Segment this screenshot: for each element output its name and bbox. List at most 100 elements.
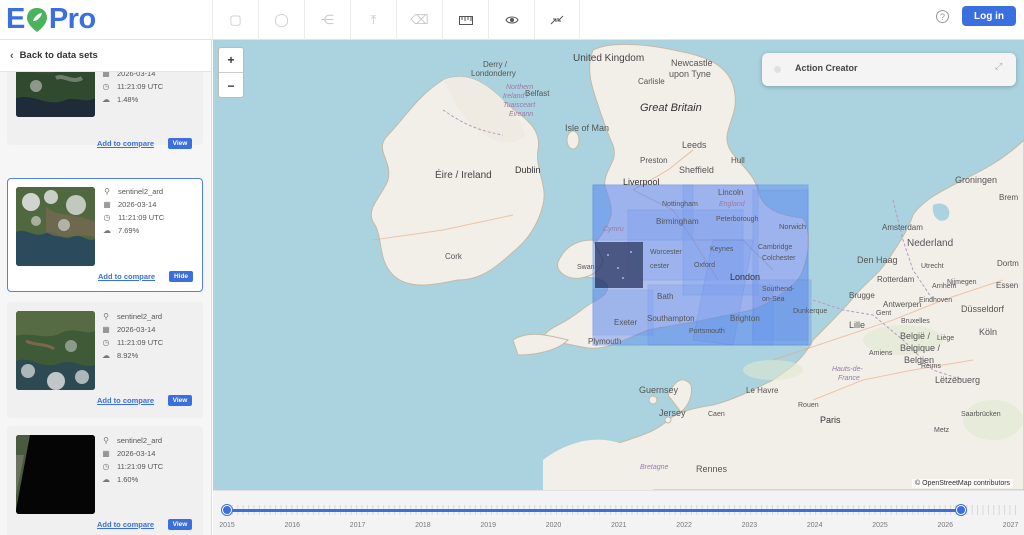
scene-time: ◷ 11:21:09 UTC bbox=[102, 338, 164, 347]
map-label: Lincoln bbox=[718, 188, 743, 197]
cloud-icon: ☁ bbox=[102, 475, 110, 484]
view-button[interactable]: View bbox=[168, 138, 192, 149]
map-label: Cymru bbox=[603, 226, 624, 233]
top-bar: E Pro ▢ ◯ ⋲ ⤒ ⌫ ? Log in bbox=[0, 0, 1024, 40]
timeline-selected-range bbox=[227, 509, 961, 512]
add-to-compare-link[interactable]: Add to compare bbox=[98, 272, 155, 281]
map-label: Antwerpen bbox=[883, 300, 921, 309]
expand-icon[interactable]: ⤢ bbox=[995, 61, 1002, 72]
map-label: Rouen bbox=[798, 402, 819, 409]
map-label: Nederland bbox=[907, 238, 953, 249]
map-label: Nottingham bbox=[662, 201, 698, 208]
map-label: upon Tyne bbox=[669, 69, 711, 79]
action-toggle-icon[interactable] bbox=[774, 66, 781, 73]
clock-icon: ◷ bbox=[102, 462, 110, 471]
map-label: Oxford bbox=[694, 262, 715, 269]
calendar-icon: ▦ bbox=[103, 200, 111, 209]
hide-button[interactable]: Hide bbox=[169, 271, 193, 282]
satellite-icon: ⚲ bbox=[103, 436, 109, 445]
scene-card-selected[interactable]: ⚲ sentinel2_ard ▦ 2026-03-14 ◷ 11:21:09 UTC… bbox=[7, 178, 203, 292]
map-label: Utrecht bbox=[921, 263, 944, 270]
map-label: Bretagne bbox=[640, 464, 669, 471]
map-label: Rennes bbox=[696, 464, 728, 474]
add-to-compare-link[interactable]: Add to compare bbox=[97, 139, 154, 148]
square-select-icon[interactable]: ▢ bbox=[212, 0, 258, 40]
map-label: United Kingdom bbox=[573, 53, 644, 64]
circle-select-icon[interactable]: ◯ bbox=[258, 0, 304, 40]
action-creator-label: Action Creator bbox=[795, 63, 858, 73]
login-button[interactable]: Log in bbox=[962, 6, 1016, 26]
scene-date: ▦ 2026-03-14 bbox=[102, 325, 156, 334]
timeline-year-label: 2022 bbox=[676, 522, 692, 529]
map-label: Belgien bbox=[904, 355, 934, 365]
zoom-out-button[interactable]: − bbox=[219, 73, 243, 98]
zoom-in-button[interactable]: + bbox=[219, 48, 243, 73]
map-label: Derry / bbox=[483, 60, 508, 69]
cloud-icon: ☁ bbox=[102, 95, 110, 104]
map-label: Swan bbox=[577, 264, 595, 271]
map-label: London bbox=[730, 272, 760, 282]
upload-icon[interactable]: ⤒ bbox=[350, 0, 396, 40]
map-label: België / bbox=[900, 331, 931, 341]
add-to-compare-link[interactable]: Add to compare bbox=[97, 396, 154, 405]
help-icon[interactable]: ? bbox=[936, 10, 949, 23]
view-button[interactable]: View bbox=[168, 519, 192, 530]
map-label: Peterborough bbox=[716, 216, 759, 223]
add-to-compare-link[interactable]: Add to compare bbox=[97, 520, 154, 529]
scene-card[interactable]: ⚲ sentinel2_ard ▦ 2026-03-14 ◷ 11:21:09 UTC… bbox=[7, 426, 203, 535]
results-sidebar: ‹ Back to data sets ▦ 2026-03-14 ◷ 11:21:0… bbox=[0, 40, 212, 535]
map-label: Paris bbox=[820, 415, 841, 425]
map-label: Hauts-de- bbox=[832, 366, 863, 373]
scene-time: ◷ 11:21:09 UTC bbox=[103, 213, 165, 222]
map-label: on-Sea bbox=[762, 296, 785, 303]
back-label: Back to data sets bbox=[19, 50, 98, 61]
eraser-icon[interactable]: ⌫ bbox=[396, 0, 442, 40]
map-label: Keynes bbox=[710, 246, 734, 253]
map-canvas[interactable]: Derry / Londonderry Northern Ireland / T… bbox=[213, 40, 1024, 490]
satellite-icon: ⚲ bbox=[104, 187, 110, 196]
back-to-data-sets-link[interactable]: ‹ Back to data sets bbox=[0, 40, 211, 72]
timeline-year-label: 2019 bbox=[480, 522, 496, 529]
view-button[interactable]: View bbox=[168, 395, 192, 406]
scene-card[interactable]: ⚲ sentinel2_ard ▦ 2026-03-14 ◷ 11:21:09 UTC… bbox=[7, 302, 203, 418]
timeline-year-label: 2020 bbox=[545, 522, 562, 529]
timeline-year-label: 2015 bbox=[219, 522, 235, 529]
map-label: Belgique / bbox=[900, 343, 941, 353]
scene-thumbnail bbox=[16, 187, 95, 266]
timeline-end-handle[interactable] bbox=[956, 505, 966, 515]
map-label: Liège bbox=[937, 335, 954, 342]
timeline-start-handle[interactable] bbox=[222, 505, 232, 515]
map-label: Metz bbox=[934, 427, 950, 434]
app-logo[interactable]: E Pro bbox=[6, 1, 96, 37]
map-attribution[interactable]: © OpenStreetMap contributors bbox=[912, 479, 1014, 488]
scene-time: ◷ 11:21:09 UTC bbox=[102, 82, 164, 91]
timeline[interactable]: 2015 2016 2017 2018 2019 2020 2021 2022 2023 2024… bbox=[213, 490, 1024, 535]
map-label: Guernsey bbox=[639, 385, 679, 395]
timeline-year-label: 2023 bbox=[741, 522, 758, 529]
timeline-year-label: 2024 bbox=[806, 522, 823, 529]
map-label: Amiens bbox=[869, 350, 893, 357]
map-label: Sheffield bbox=[679, 165, 714, 175]
scene-thumbnail bbox=[16, 435, 95, 514]
map-label: Gent bbox=[876, 310, 891, 317]
timeline-year-label: 2025 bbox=[872, 522, 888, 529]
scene-cloud-cover: ☁ 1.48% bbox=[102, 95, 139, 104]
polygon-select-icon[interactable]: ⋲ bbox=[304, 0, 350, 40]
action-creator-panel[interactable]: Action Creator ⤢ bbox=[762, 53, 1016, 86]
timeline-year-label: 2026 bbox=[937, 522, 954, 529]
scene-cloud-cover: ☁ 8.92% bbox=[102, 351, 139, 360]
ruler-icon[interactable] bbox=[442, 0, 488, 40]
map-label: Brem bbox=[999, 193, 1018, 202]
eye-icon[interactable] bbox=[488, 0, 534, 40]
map-label: Cambridge bbox=[758, 244, 792, 251]
chevron-left-icon: ‹ bbox=[10, 49, 14, 62]
map-label: Exeter bbox=[614, 318, 637, 327]
timeline-year-label: 2016 bbox=[284, 522, 301, 529]
map-label: Caen bbox=[708, 411, 725, 418]
map-label: Amsterdam bbox=[882, 223, 923, 232]
cloud-icon: ☁ bbox=[102, 351, 110, 360]
map-label: Brighton bbox=[730, 314, 760, 323]
map-label: France bbox=[838, 375, 860, 382]
map-label: Rotterdam bbox=[877, 275, 915, 284]
collapse-icon[interactable] bbox=[534, 0, 580, 40]
